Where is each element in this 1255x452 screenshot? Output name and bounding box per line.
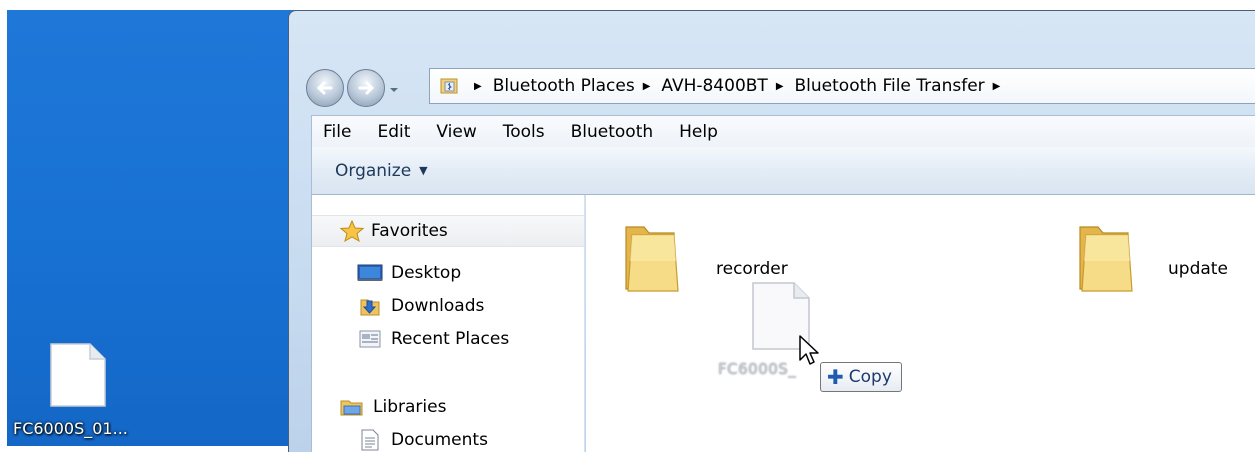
nav-libraries-label: Libraries xyxy=(373,397,447,417)
folder-item[interactable]: update xyxy=(1076,221,1255,311)
drag-file-name: FC6000S_ xyxy=(718,360,797,378)
star-icon xyxy=(339,220,365,242)
mouse-pointer-icon xyxy=(799,335,819,365)
menu-tools[interactable]: Tools xyxy=(490,122,558,142)
bluetooth-places-icon xyxy=(440,78,458,94)
breadcrumb-separator[interactable]: ▶ xyxy=(474,81,482,92)
address-bar[interactable]: ▶ Bluetooth Places ▶ AVH-8400BT ▶ Blueto… xyxy=(429,68,1255,104)
breadcrumb-bluetooth-places[interactable]: Bluetooth Places xyxy=(493,76,635,96)
desktop-file-label: FC6000S_01... xyxy=(13,419,128,438)
libraries-icon xyxy=(339,396,365,418)
chevron-down-icon xyxy=(390,88,398,92)
chevron-down-icon: ▼ xyxy=(419,164,428,177)
nav-documents[interactable]: Documents xyxy=(312,424,584,452)
history-dropdown[interactable] xyxy=(388,85,400,95)
organize-label: Organize xyxy=(335,160,412,181)
copy-tooltip: ✚ Copy xyxy=(820,362,902,392)
nav-recent-places-label: Recent Places xyxy=(391,329,510,349)
breadcrumb-separator[interactable]: ▶ xyxy=(643,81,651,92)
recent-places-icon xyxy=(357,328,383,350)
drag-ghost: FC6000S_ ✚ Copy xyxy=(718,280,918,400)
breadcrumb-device[interactable]: AVH-8400BT xyxy=(661,76,767,96)
back-button[interactable] xyxy=(306,69,344,107)
downloads-icon xyxy=(357,295,383,317)
nav-favorites-label: Favorites xyxy=(371,221,448,241)
navigation-pane: Favorites Desktop Downloads Recent Place… xyxy=(311,195,585,452)
nav-downloads[interactable]: Downloads xyxy=(312,290,584,322)
copy-tooltip-label: Copy xyxy=(848,367,892,387)
command-bar: Organize ▼ xyxy=(311,147,1255,195)
folder-icon xyxy=(1079,226,1133,292)
forward-button[interactable] xyxy=(347,69,385,107)
plus-icon: ✚ xyxy=(827,365,844,389)
menu-bar: File Edit View Tools Bluetooth Help xyxy=(311,115,1255,147)
folder-name: update xyxy=(1168,259,1228,279)
documents-icon xyxy=(357,429,383,451)
desktop-icon xyxy=(357,262,383,284)
folder-icon xyxy=(625,226,679,292)
menu-view[interactable]: View xyxy=(423,122,489,142)
nav-desktop-label: Desktop xyxy=(391,263,462,283)
nav-favorites[interactable]: Favorites xyxy=(312,215,584,247)
title-bar: ▶ Bluetooth Places ▶ AVH-8400BT ▶ Blueto… xyxy=(289,11,1255,111)
breadcrumb-file-transfer[interactable]: Bluetooth File Transfer xyxy=(795,76,985,96)
nav-documents-label: Documents xyxy=(391,430,488,450)
breadcrumb-separator[interactable]: ▶ xyxy=(776,81,784,92)
nav-libraries[interactable]: Libraries xyxy=(312,391,584,423)
nav-recent-places[interactable]: Recent Places xyxy=(312,323,584,355)
document-icon xyxy=(50,343,106,407)
file-list: recorder update xyxy=(586,195,1255,452)
menu-help[interactable]: Help xyxy=(666,122,731,142)
desktop-file[interactable]: FC6000S_01... xyxy=(7,335,157,445)
nav-downloads-label: Downloads xyxy=(391,296,485,316)
nav-desktop[interactable]: Desktop xyxy=(312,257,584,289)
menu-bluetooth[interactable]: Bluetooth xyxy=(558,122,667,142)
menu-edit[interactable]: Edit xyxy=(364,122,423,142)
breadcrumb-separator[interactable]: ▶ xyxy=(993,81,1001,92)
folder-name: recorder xyxy=(716,259,788,279)
back-arrow-icon xyxy=(316,81,333,95)
organize-button[interactable]: Organize ▼ xyxy=(335,161,428,181)
forward-arrow-icon xyxy=(358,81,375,95)
menu-file[interactable]: File xyxy=(312,122,364,142)
